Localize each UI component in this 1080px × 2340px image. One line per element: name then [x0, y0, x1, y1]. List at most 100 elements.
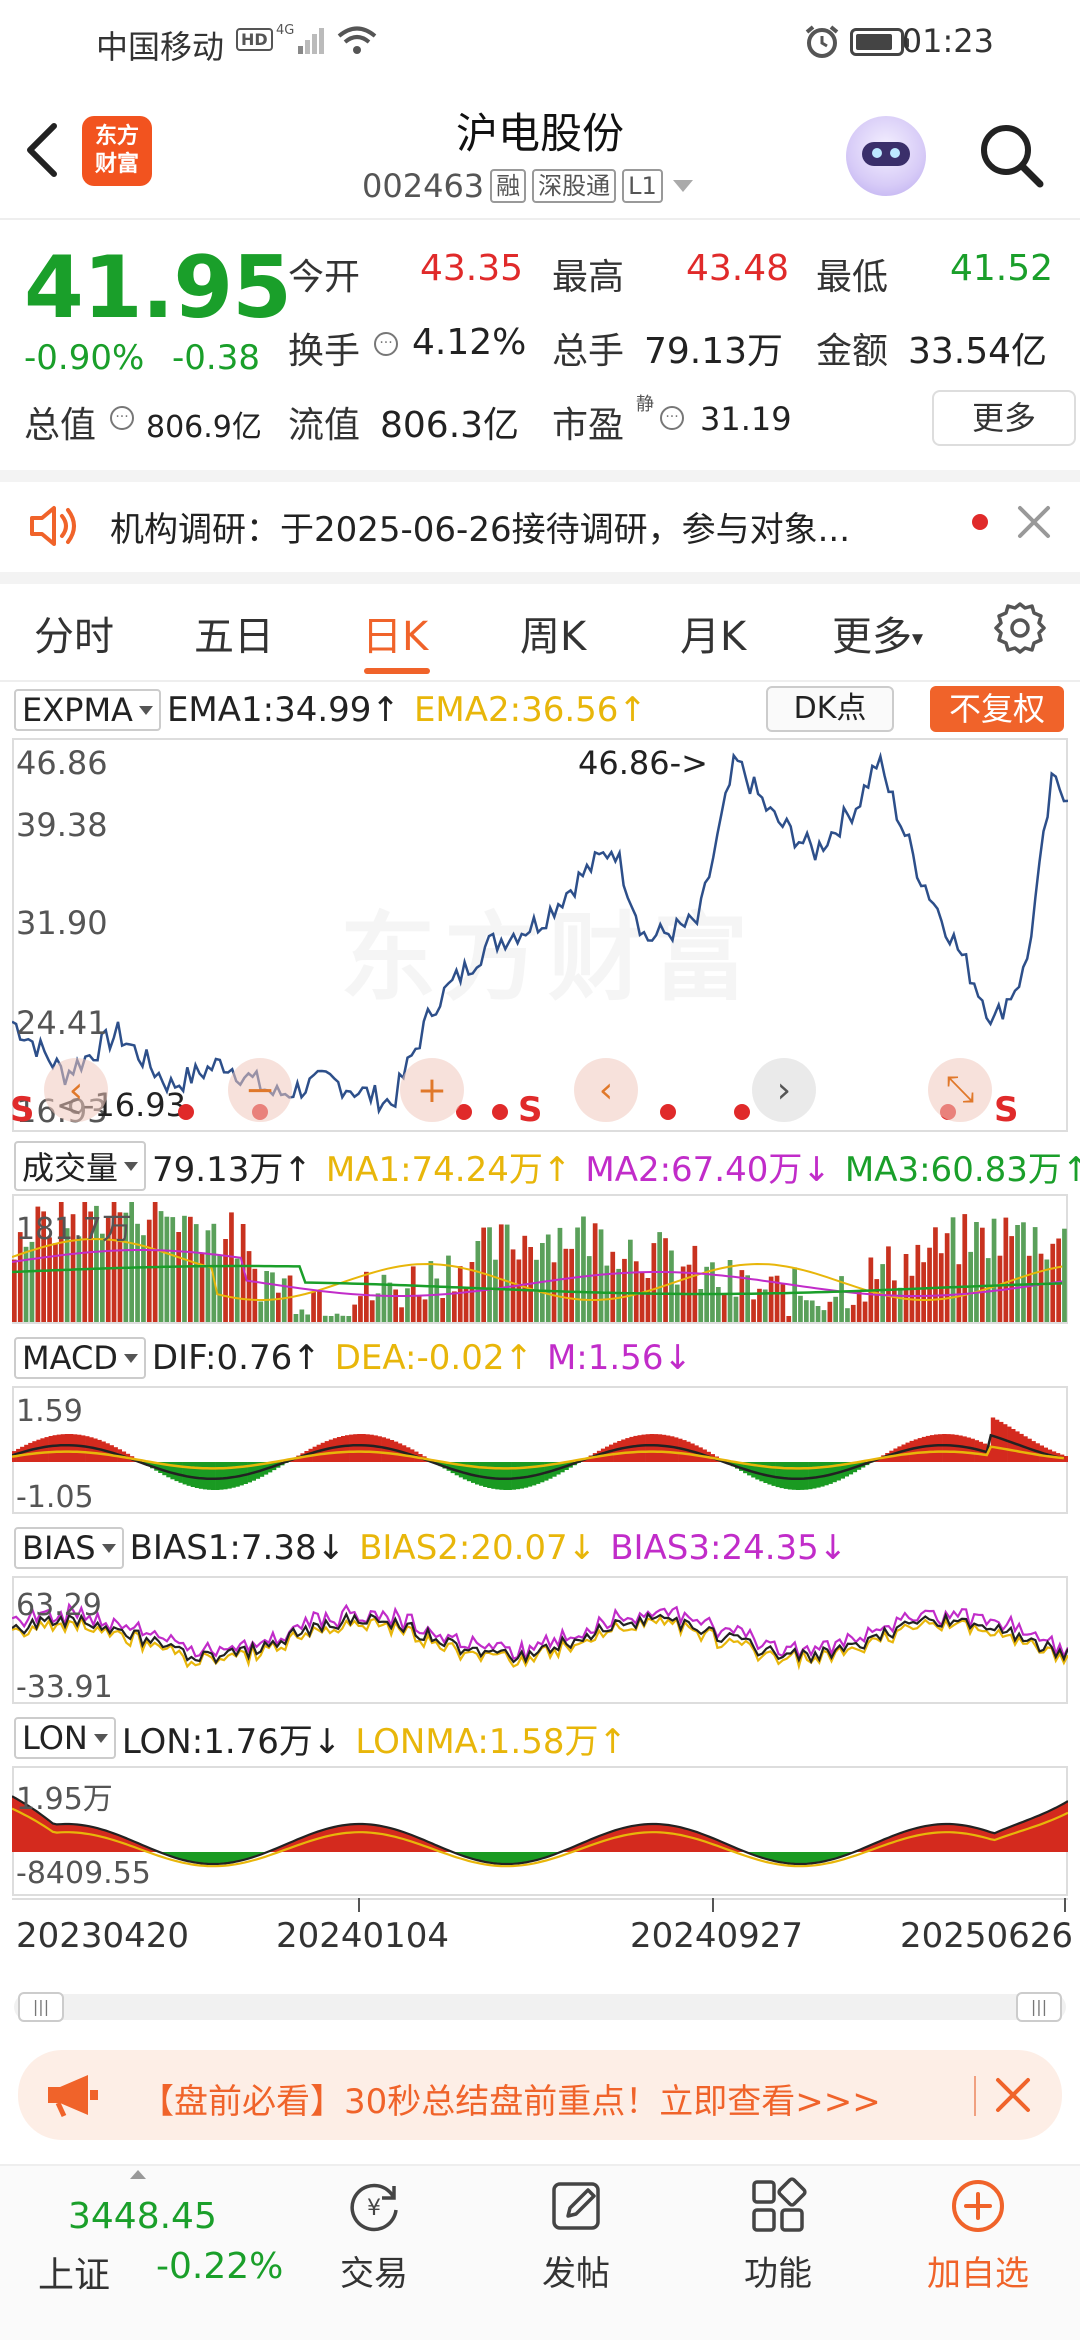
volume-bar: [405, 1288, 410, 1322]
macd-bar: [48, 1436, 53, 1462]
macd-bar: [613, 1442, 618, 1462]
macd-bar: [990, 1417, 996, 1462]
macd-bar: [345, 1435, 350, 1462]
header-divider: [0, 218, 1080, 220]
macd-bar: [682, 1440, 687, 1462]
macd-bar: [637, 1435, 642, 1462]
volume-bar: [980, 1227, 985, 1322]
tab-monthly-k[interactable]: 月K: [680, 604, 746, 662]
lon-positive-area: [12, 1796, 1068, 1852]
stock-code: 002463: [362, 167, 485, 205]
indicator-select-lon[interactable]: LON: [14, 1717, 116, 1759]
kline-chart: [12, 751, 1068, 1115]
volume-bar: [833, 1296, 838, 1322]
macd-bar: [479, 1462, 484, 1486]
macd-bar: [97, 1439, 102, 1462]
volume-bar: [892, 1280, 897, 1322]
macd-bar: [820, 1462, 825, 1487]
more-button[interactable]: 更多: [932, 390, 1076, 446]
indicator-select-volume[interactable]: 成交量: [14, 1141, 147, 1191]
range-scroller[interactable]: [14, 1994, 1066, 2020]
macd-bar: [621, 1439, 626, 1462]
nav-post[interactable]: 发帖: [496, 2176, 656, 2295]
macd-bar: [787, 1462, 793, 1490]
volume-bar: [1021, 1222, 1026, 1322]
tab-daily-k[interactable]: 日K: [362, 604, 428, 662]
volume-bar: [152, 1202, 158, 1322]
zoom-in-icon[interactable]: +: [400, 1058, 464, 1122]
index-price[interactable]: 3448.45: [68, 2196, 217, 2237]
y-tick-2: 39.38: [16, 806, 108, 844]
volume-bar: [674, 1284, 680, 1322]
tab-five-day[interactable]: 五日: [194, 604, 274, 662]
volume-bar: [375, 1293, 381, 1322]
volume-bar: [985, 1258, 991, 1322]
macd-bar: [81, 1435, 86, 1462]
volume-bar: [311, 1291, 316, 1322]
change-amount: -0.38: [172, 338, 260, 378]
low-label: 最低: [816, 257, 889, 298]
indicator-select-bias[interactable]: BIAS: [14, 1527, 124, 1569]
expand-caret-icon[interactable]: [130, 2170, 146, 2179]
range-handle-left[interactable]: |||: [18, 1992, 64, 2022]
high-label: 最高: [552, 257, 625, 298]
macd-bar: [77, 1434, 82, 1462]
notice-bar[interactable]: 机构调研：于2025-06-26接待调研，参与对象...: [0, 482, 1080, 574]
volume-bar: [880, 1264, 885, 1322]
volume-bar: [768, 1276, 774, 1322]
range-handle-right[interactable]: |||: [1016, 1992, 1062, 2022]
macd-bar: [1003, 1424, 1008, 1462]
scroll-left-icon[interactable]: ‹: [44, 1058, 108, 1122]
volume-ma3: MA3:60.83万↑: [844, 1149, 1080, 1190]
volume-bar: [733, 1296, 739, 1322]
volume-bar: [493, 1259, 498, 1322]
bias1-value: BIAS1:7.38↓: [129, 1528, 346, 1568]
pan-right-icon[interactable]: ›: [752, 1058, 816, 1122]
index-name[interactable]: 上证: [38, 2246, 110, 2298]
info-icon[interactable]: ···: [374, 332, 398, 356]
volume-bar: [164, 1216, 170, 1322]
info-icon[interactable]: ···: [110, 406, 134, 430]
macd-bar: [85, 1436, 90, 1462]
macd-bar: [665, 1435, 671, 1462]
search-icon[interactable]: [976, 120, 1048, 192]
volume-bar: [1062, 1228, 1067, 1322]
indicator-select-macd[interactable]: MACD: [14, 1337, 146, 1379]
no-adjust-button[interactable]: 不复权: [930, 686, 1064, 732]
zoom-out-icon[interactable]: −: [228, 1058, 292, 1122]
date-label: 20230420: [16, 1916, 190, 1956]
pan-left-icon[interactable]: ‹: [574, 1058, 638, 1122]
macd-bar: [678, 1438, 683, 1462]
info-icon[interactable]: ···: [660, 406, 684, 430]
tag-margin: 融: [490, 169, 527, 203]
period-tabs: 分时 五日 日K 周K 月K 更多▾: [0, 590, 1080, 682]
index-change[interactable]: -0.22%: [156, 2246, 283, 2287]
svg-text:¥: ¥: [367, 2196, 381, 2221]
dk-point-button[interactable]: DK点: [766, 686, 894, 732]
fullscreen-icon[interactable]: ⤡: [928, 1058, 992, 1122]
stock-code-row[interactable]: 002463 融 深股通 L1: [362, 166, 693, 206]
volume-bar: [721, 1293, 727, 1322]
assistant-robot-icon[interactable]: [846, 116, 926, 196]
macd-bar: [791, 1462, 797, 1490]
macd-bar: [182, 1462, 187, 1485]
tab-more[interactable]: 更多▾: [832, 604, 923, 662]
tab-weekly-k[interactable]: 周K: [520, 604, 586, 662]
macd-bar: [349, 1434, 354, 1462]
macd-bar: [954, 1434, 959, 1462]
change-percent: -0.90%: [24, 338, 145, 378]
volume-bar: [1026, 1255, 1032, 1322]
macd-bar: [499, 1462, 504, 1490]
close-icon[interactable]: [990, 2072, 1036, 2118]
volume-bar: [850, 1304, 856, 1322]
nav-features[interactable]: 功能: [698, 2176, 858, 2295]
volume-bar: [287, 1275, 293, 1322]
nav-trade[interactable]: ¥ 交易: [294, 2176, 454, 2295]
tab-intraday[interactable]: 分时: [34, 604, 114, 662]
nav-add-watchlist[interactable]: 加自选: [898, 2176, 1058, 2295]
close-icon[interactable]: [1012, 500, 1056, 544]
indicator-select-expma[interactable]: EXPMA: [14, 689, 161, 731]
macd-bar: [966, 1437, 971, 1462]
volume-bar: [804, 1300, 809, 1322]
gear-icon[interactable]: [990, 598, 1050, 658]
